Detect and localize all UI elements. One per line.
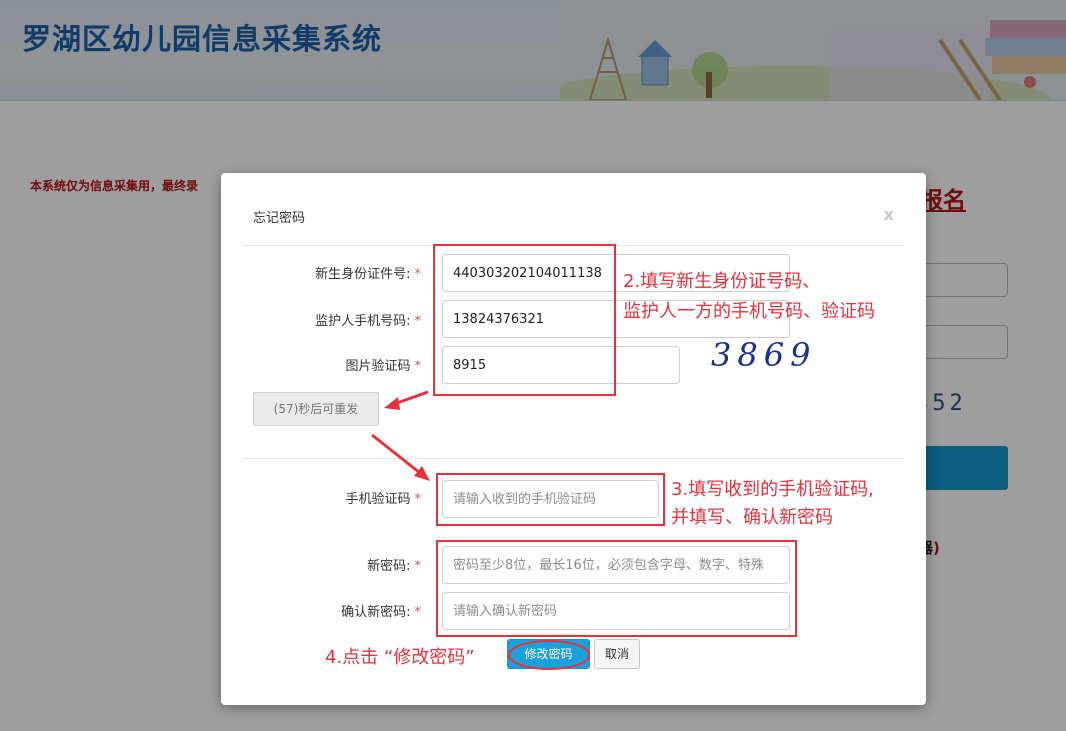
annotation-box-step3b	[436, 540, 797, 637]
new-password-label-text: 新密码:	[367, 559, 411, 574]
required-mark: *	[414, 314, 422, 329]
guardian-phone-label-text: 监护人手机号码:	[315, 314, 411, 329]
required-mark: *	[414, 559, 422, 574]
image-code-label: 图片验证码 *	[221, 355, 421, 374]
resend-sms-button[interactable]: (57)秒后可重发	[253, 392, 379, 426]
required-mark: *	[414, 359, 422, 374]
confirm-password-label: 确认新密码: *	[221, 601, 421, 620]
annotation-step3-line1: 3.填写收到的手机验证码,	[671, 479, 874, 500]
image-code-label-text: 图片验证码	[345, 359, 411, 374]
cancel-button[interactable]: 取消	[594, 639, 640, 669]
annotation-box-step3a	[436, 473, 665, 526]
id-number-label: 新生身份证件号: *	[221, 263, 421, 282]
annotation-box-step2	[433, 244, 616, 396]
confirm-password-label-text: 确认新密码:	[341, 605, 411, 620]
captcha-image[interactable]: 3869	[711, 336, 816, 374]
annotation-step2-line1: 2.填写新生身份证号码、	[623, 271, 821, 292]
close-icon[interactable]: x	[884, 205, 894, 224]
sms-code-label: 手机验证码 *	[221, 488, 421, 507]
section-divider	[243, 458, 904, 459]
required-mark: *	[414, 267, 422, 282]
required-mark: *	[414, 605, 422, 620]
guardian-phone-label: 监护人手机号码: *	[221, 310, 421, 329]
required-mark: *	[414, 492, 422, 507]
sms-code-label-text: 手机验证码	[345, 492, 411, 507]
new-password-label: 新密码: *	[221, 555, 421, 574]
id-number-label-text: 新生身份证件号:	[315, 267, 411, 282]
annotation-step2-line2: 监护人一方的手机号码、验证码	[623, 301, 875, 322]
change-password-button[interactable]: 修改密码	[507, 639, 590, 669]
dialog-title: 忘记密码	[253, 211, 306, 226]
annotation-step4: 4.点击 “修改密码”	[325, 647, 475, 668]
annotation-step3-line2: 并填写、确认新密码	[671, 507, 833, 528]
